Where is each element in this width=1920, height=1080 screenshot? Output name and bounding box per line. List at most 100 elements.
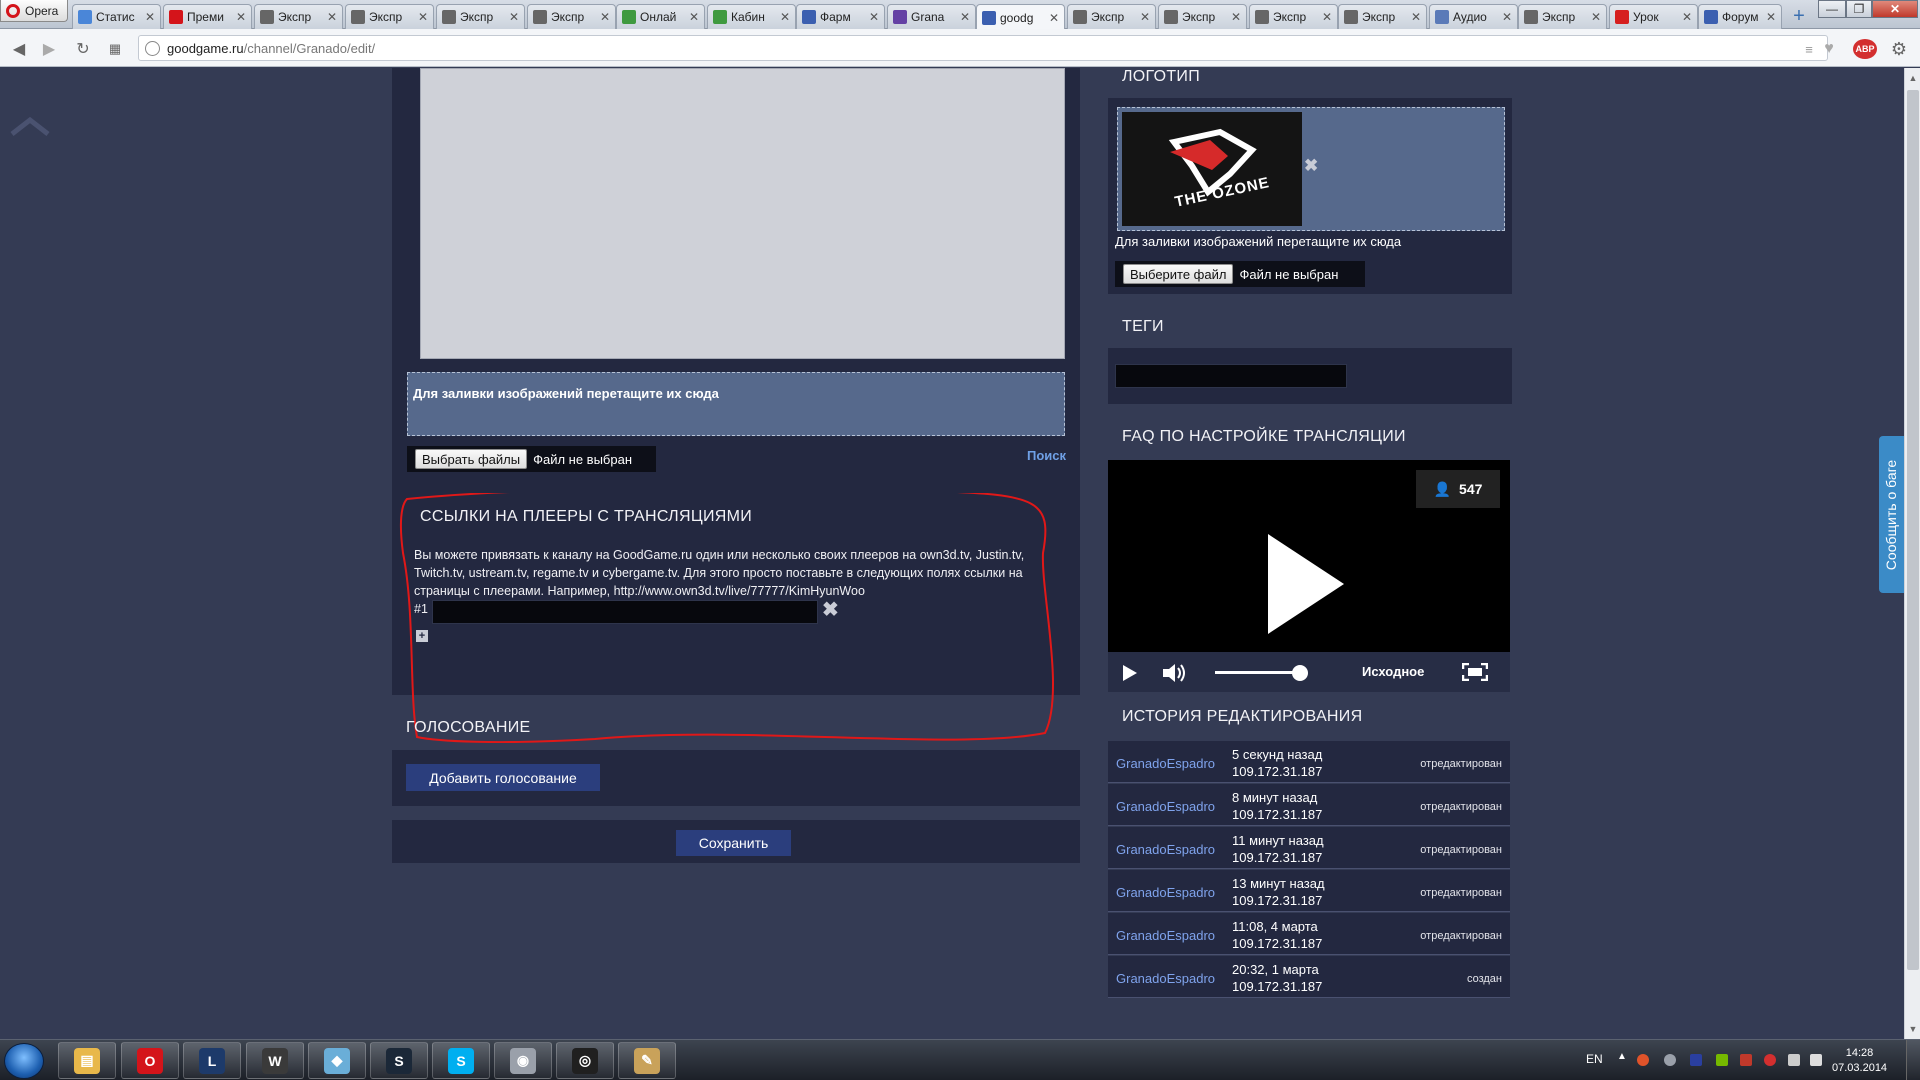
- close-tab-icon[interactable]: ✕: [1140, 10, 1150, 24]
- taskbar-app-button[interactable]: ◉: [494, 1042, 552, 1079]
- tray-app-icon[interactable]: [1690, 1054, 1702, 1066]
- browser-tab[interactable]: Фарм ✕: [796, 4, 885, 29]
- close-tab-icon[interactable]: ✕: [327, 10, 337, 24]
- remove-logo-icon[interactable]: ✖: [1304, 156, 1318, 176]
- browser-tab[interactable]: Экспр ✕: [1067, 4, 1156, 29]
- volume-slider-knob[interactable]: [1292, 665, 1308, 681]
- clock[interactable]: 14:28 07.03.2014: [1832, 1046, 1887, 1076]
- close-tab-icon[interactable]: ✕: [1411, 10, 1421, 24]
- close-tab-icon[interactable]: ✕: [1766, 10, 1776, 24]
- big-play-icon[interactable]: [1266, 532, 1346, 636]
- search-link[interactable]: Поиск: [1027, 448, 1066, 463]
- reload-icon[interactable]: ↻: [72, 38, 94, 60]
- close-tab-icon[interactable]: ✕: [780, 10, 790, 24]
- browser-tab[interactable]: Экспр ✕: [345, 4, 434, 29]
- bug-report-button[interactable]: Сообщить о баге: [1879, 436, 1904, 593]
- save-button[interactable]: Сохранить: [676, 830, 791, 856]
- opera-menu-button[interactable]: Opera: [0, 0, 68, 22]
- history-user-link[interactable]: GranadoEspadro: [1116, 928, 1215, 943]
- close-tab-icon[interactable]: ✕: [869, 10, 879, 24]
- tray-app-icon[interactable]: [1764, 1054, 1776, 1066]
- file-input[interactable]: Выбрать файлы Файл не выбран: [407, 446, 656, 472]
- close-tab-icon[interactable]: ✕: [1682, 10, 1692, 24]
- history-user-link[interactable]: GranadoEspadro: [1116, 885, 1215, 900]
- vertical-scrollbar[interactable]: ▲ ▼: [1904, 68, 1920, 1039]
- taskbar-app-button[interactable]: ◎: [556, 1042, 614, 1079]
- tags-input[interactable]: [1115, 364, 1347, 388]
- tray-network-icon[interactable]: [1788, 1054, 1800, 1066]
- logo-file-input[interactable]: Выберите файл Файл не выбран: [1115, 261, 1365, 287]
- scroll-up-arrow-icon[interactable]: [8, 116, 52, 138]
- add-player-icon[interactable]: +: [416, 630, 428, 642]
- browser-tab[interactable]: Экспр ✕: [1249, 4, 1338, 29]
- add-voting-button[interactable]: Добавить голосование: [406, 764, 600, 791]
- settings-icon[interactable]: ⚙: [1888, 38, 1910, 60]
- reader-icon[interactable]: ≡: [1798, 38, 1820, 60]
- browser-tab[interactable]: Урок ✕: [1609, 4, 1698, 29]
- tray-expand-icon[interactable]: ▲: [1617, 1051, 1627, 1062]
- choose-files-button[interactable]: Выбрать файлы: [415, 449, 528, 469]
- browser-tab[interactable]: Экспр ✕: [436, 4, 525, 29]
- start-button[interactable]: [4, 1043, 44, 1079]
- browser-tab[interactable]: Экспр ✕: [254, 4, 343, 29]
- taskbar-app-button[interactable]: W: [246, 1042, 304, 1079]
- url-field[interactable]: goodgame.ru/channel/Granado/edit/: [138, 35, 1828, 61]
- scroll-up-icon[interactable]: ▲: [1905, 70, 1920, 86]
- history-user-link[interactable]: GranadoEspadro: [1116, 799, 1215, 814]
- close-tab-icon[interactable]: ✕: [1502, 10, 1512, 24]
- close-tab-icon[interactable]: ✕: [509, 10, 519, 24]
- close-tab-icon[interactable]: ✕: [418, 10, 428, 24]
- close-tab-icon[interactable]: ✕: [236, 10, 246, 24]
- history-user-link[interactable]: GranadoEspadro: [1116, 756, 1215, 771]
- browser-tab[interactable]: Granа ✕: [887, 4, 976, 29]
- close-tab-icon[interactable]: ✕: [1231, 10, 1241, 24]
- taskbar-app-button[interactable]: O: [121, 1042, 179, 1079]
- browser-tab[interactable]: Форум ✕: [1698, 4, 1782, 29]
- play-icon[interactable]: [1122, 664, 1138, 682]
- fullscreen-icon[interactable]: [1462, 663, 1488, 681]
- taskbar-app-button[interactable]: ◆: [308, 1042, 366, 1079]
- tray-app-icon[interactable]: [1637, 1054, 1649, 1066]
- speed-dial-icon[interactable]: ▦: [104, 38, 126, 60]
- taskbar-app-button[interactable]: ▤: [58, 1042, 116, 1079]
- forward-icon[interactable]: ▶: [38, 38, 60, 60]
- remove-player-icon[interactable]: ✖: [822, 600, 839, 620]
- scroll-thumb[interactable]: [1907, 90, 1919, 970]
- language-indicator[interactable]: EN: [1586, 1052, 1603, 1066]
- new-tab-button[interactable]: +: [1789, 6, 1809, 27]
- volume-icon[interactable]: [1162, 663, 1186, 683]
- history-user-link[interactable]: GranadoEspadro: [1116, 971, 1215, 986]
- close-tab-icon[interactable]: ✕: [145, 10, 155, 24]
- browser-tab[interactable]: Экспр ✕: [1158, 4, 1247, 29]
- tray-nvidia-icon[interactable]: [1716, 1054, 1728, 1066]
- adblock-icon[interactable]: ABP: [1853, 39, 1877, 59]
- show-desktop-button[interactable]: [1906, 1040, 1920, 1080]
- scroll-down-icon[interactable]: ▼: [1905, 1021, 1920, 1037]
- browser-tab[interactable]: Кабин ✕: [707, 4, 796, 29]
- close-tab-icon[interactable]: ✕: [960, 10, 970, 24]
- taskbar-app-button[interactable]: S: [432, 1042, 490, 1079]
- video-player[interactable]: 👤 547 Исходное: [1108, 460, 1510, 692]
- browser-tab[interactable]: Экспр ✕: [1518, 4, 1607, 29]
- description-textarea[interactable]: [420, 68, 1065, 359]
- browser-tab[interactable]: Экспр ✕: [1338, 4, 1427, 29]
- taskbar-app-button[interactable]: S: [370, 1042, 428, 1079]
- choose-file-button[interactable]: Выберите файл: [1123, 264, 1234, 284]
- quality-selector[interactable]: Исходное: [1362, 664, 1424, 679]
- maximize-button[interactable]: ❐: [1846, 0, 1872, 18]
- close-tab-icon[interactable]: ✕: [1591, 10, 1601, 24]
- minimize-button[interactable]: —: [1818, 0, 1846, 18]
- browser-tab[interactable]: Аудио ✕: [1429, 4, 1518, 29]
- back-icon[interactable]: ◀: [8, 38, 30, 60]
- description-dropzone[interactable]: Для заливки изображений перетащите их сю…: [407, 372, 1065, 436]
- browser-tab[interactable]: goodg ✕: [976, 4, 1065, 30]
- browser-tab[interactable]: Преми ✕: [163, 4, 252, 29]
- close-tab-icon[interactable]: ✕: [1049, 11, 1059, 25]
- browser-tab[interactable]: Экспр ✕: [527, 4, 616, 29]
- browser-tab[interactable]: Статис ✕: [72, 4, 161, 29]
- close-tab-icon[interactable]: ✕: [1322, 10, 1332, 24]
- taskbar-app-button[interactable]: L: [183, 1042, 241, 1079]
- heart-icon[interactable]: ♥: [1818, 38, 1840, 60]
- close-tab-icon[interactable]: ✕: [600, 10, 610, 24]
- tray-app-icon[interactable]: [1740, 1054, 1752, 1066]
